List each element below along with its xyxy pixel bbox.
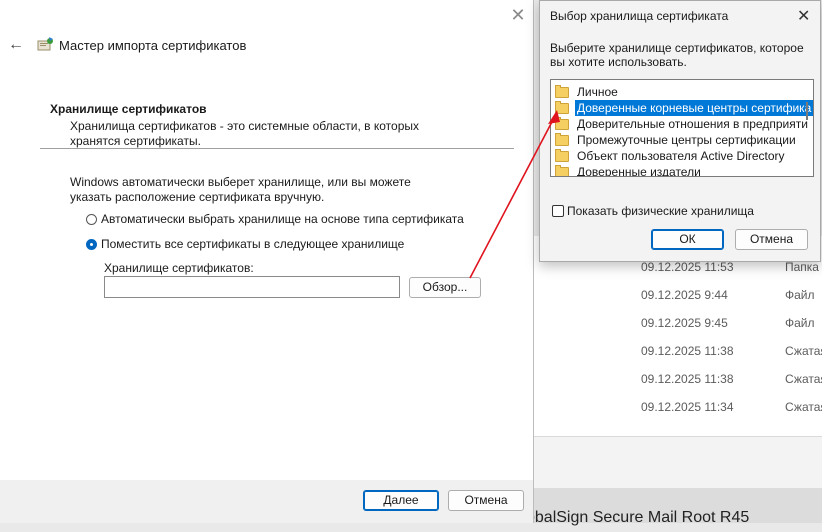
select-store-dialog: Выбор хранилища сертификата ✕ Выберите х… bbox=[539, 0, 821, 262]
file-type: Папка bbox=[785, 260, 819, 274]
tree-item-enterprise-trust[interactable]: Доверительные отношения в предприяти bbox=[555, 116, 808, 132]
tree-item-label: Объект пользователя Active Directory bbox=[577, 149, 785, 163]
file-type: Сжатая bbox=[785, 344, 822, 358]
info-text: Windows автоматически выберет хранилище,… bbox=[70, 175, 411, 204]
folder-icon bbox=[555, 132, 569, 146]
file-row[interactable]: 09.12.2025 11:34 Сжатая bbox=[533, 394, 822, 422]
radio-button[interactable] bbox=[86, 213, 97, 225]
file-date: 09.12.2025 9:45 bbox=[641, 316, 728, 330]
folder-icon bbox=[555, 148, 569, 162]
folder-icon bbox=[555, 164, 569, 176]
file-row[interactable]: 09.12.2025 9:44 Файл bbox=[533, 282, 822, 310]
background-panel bbox=[532, 436, 822, 489]
vertical-scrollbar[interactable] bbox=[806, 102, 808, 120]
file-type: Сжатая bbox=[785, 400, 822, 414]
background-file-list: 09.12.2025 11:53 Папка 09.12.2025 9:44 Ф… bbox=[532, 236, 822, 436]
file-row[interactable]: 09.12.2025 11:38 Сжатая bbox=[533, 366, 822, 394]
certificate-import-wizard: ✕ ← Мастер импорта сертификатов Хранилищ… bbox=[0, 0, 534, 523]
show-physical-label: Показать физические хранилища bbox=[567, 204, 754, 218]
back-arrow-icon[interactable]: ← bbox=[8, 36, 24, 54]
certificate-wizard-icon bbox=[37, 36, 55, 52]
file-date: 09.12.2025 11:38 bbox=[641, 344, 734, 358]
store-tree[interactable]: Личное Доверенные корневые центры сертиф… bbox=[550, 79, 814, 177]
section-heading: Хранилище сертификатов bbox=[50, 102, 207, 116]
checkbox[interactable] bbox=[552, 205, 564, 217]
show-physical-stores[interactable]: Показать физические хранилища bbox=[552, 204, 754, 218]
tree-item-intermediate[interactable]: Промежуточные центры сертификации bbox=[555, 132, 805, 148]
divider bbox=[40, 148, 514, 149]
radio-manual-label: Поместить все сертификаты в следующее хр… bbox=[101, 237, 405, 251]
file-date: 09.12.2025 9:44 bbox=[641, 288, 728, 302]
tree-item-trusted-root[interactable]: Доверенные корневые центры сертифика bbox=[555, 100, 813, 116]
ok-button[interactable]: ОК bbox=[651, 229, 724, 250]
folder-icon bbox=[555, 100, 569, 114]
dialog-cancel-button[interactable]: Отмена bbox=[735, 229, 808, 250]
tree-item-personal[interactable]: Личное bbox=[555, 84, 805, 100]
tree-item-label: Личное bbox=[577, 85, 618, 99]
file-date: 09.12.2025 11:34 bbox=[641, 400, 734, 414]
tree-item-trusted-publishers[interactable]: Доверенные издатели bbox=[555, 164, 805, 177]
tree-item-ad-user[interactable]: Объект пользователя Active Directory bbox=[555, 148, 805, 164]
background-cert-name: GlobalSign Secure Mail Root R45 bbox=[510, 509, 750, 526]
folder-icon bbox=[555, 84, 569, 98]
file-type: Сжатая bbox=[785, 372, 822, 386]
browse-button[interactable]: Обзор... bbox=[409, 277, 481, 298]
radio-auto-label: Автоматически выбрать хранилище на основ… bbox=[101, 212, 464, 226]
folder-icon bbox=[555, 116, 569, 130]
file-date: 09.12.2025 11:53 bbox=[641, 260, 734, 274]
tree-item-label: Доверенные корневые центры сертифика bbox=[575, 100, 813, 116]
file-type: Файл bbox=[785, 316, 815, 330]
file-row[interactable]: 09.12.2025 11:38 Сжатая bbox=[533, 338, 822, 366]
store-input[interactable] bbox=[104, 276, 400, 298]
file-date: 09.12.2025 11:38 bbox=[641, 372, 734, 386]
radio-button-checked[interactable] bbox=[86, 238, 97, 250]
dialog-prompt: Выберите хранилище сертификатов, которое… bbox=[550, 41, 804, 69]
file-row[interactable]: 09.12.2025 9:45 Файл bbox=[533, 310, 822, 338]
tree-item-label: Доверенные издатели bbox=[577, 165, 701, 177]
radio-manual-select[interactable]: Поместить все сертификаты в следующее хр… bbox=[86, 237, 404, 251]
cancel-button[interactable]: Отмена bbox=[448, 490, 524, 511]
tree-item-label: Промежуточные центры сертификации bbox=[577, 133, 796, 147]
wizard-title: Мастер импорта сертификатов bbox=[59, 38, 247, 53]
dialog-title: Выбор хранилища сертификата bbox=[550, 9, 729, 23]
store-field-label: Хранилище сертификатов: bbox=[104, 261, 254, 275]
file-type: Файл bbox=[785, 288, 815, 302]
section-description: Хранилища сертификатов - это системные о… bbox=[70, 119, 419, 148]
close-icon[interactable]: ✕ bbox=[508, 6, 528, 24]
tree-item-label: Доверительные отношения в предприяти bbox=[577, 117, 808, 131]
close-icon[interactable]: ✕ bbox=[797, 6, 810, 26]
radio-auto-select[interactable]: Автоматически выбрать хранилище на основ… bbox=[86, 212, 464, 226]
next-button[interactable]: Далее bbox=[363, 490, 439, 511]
